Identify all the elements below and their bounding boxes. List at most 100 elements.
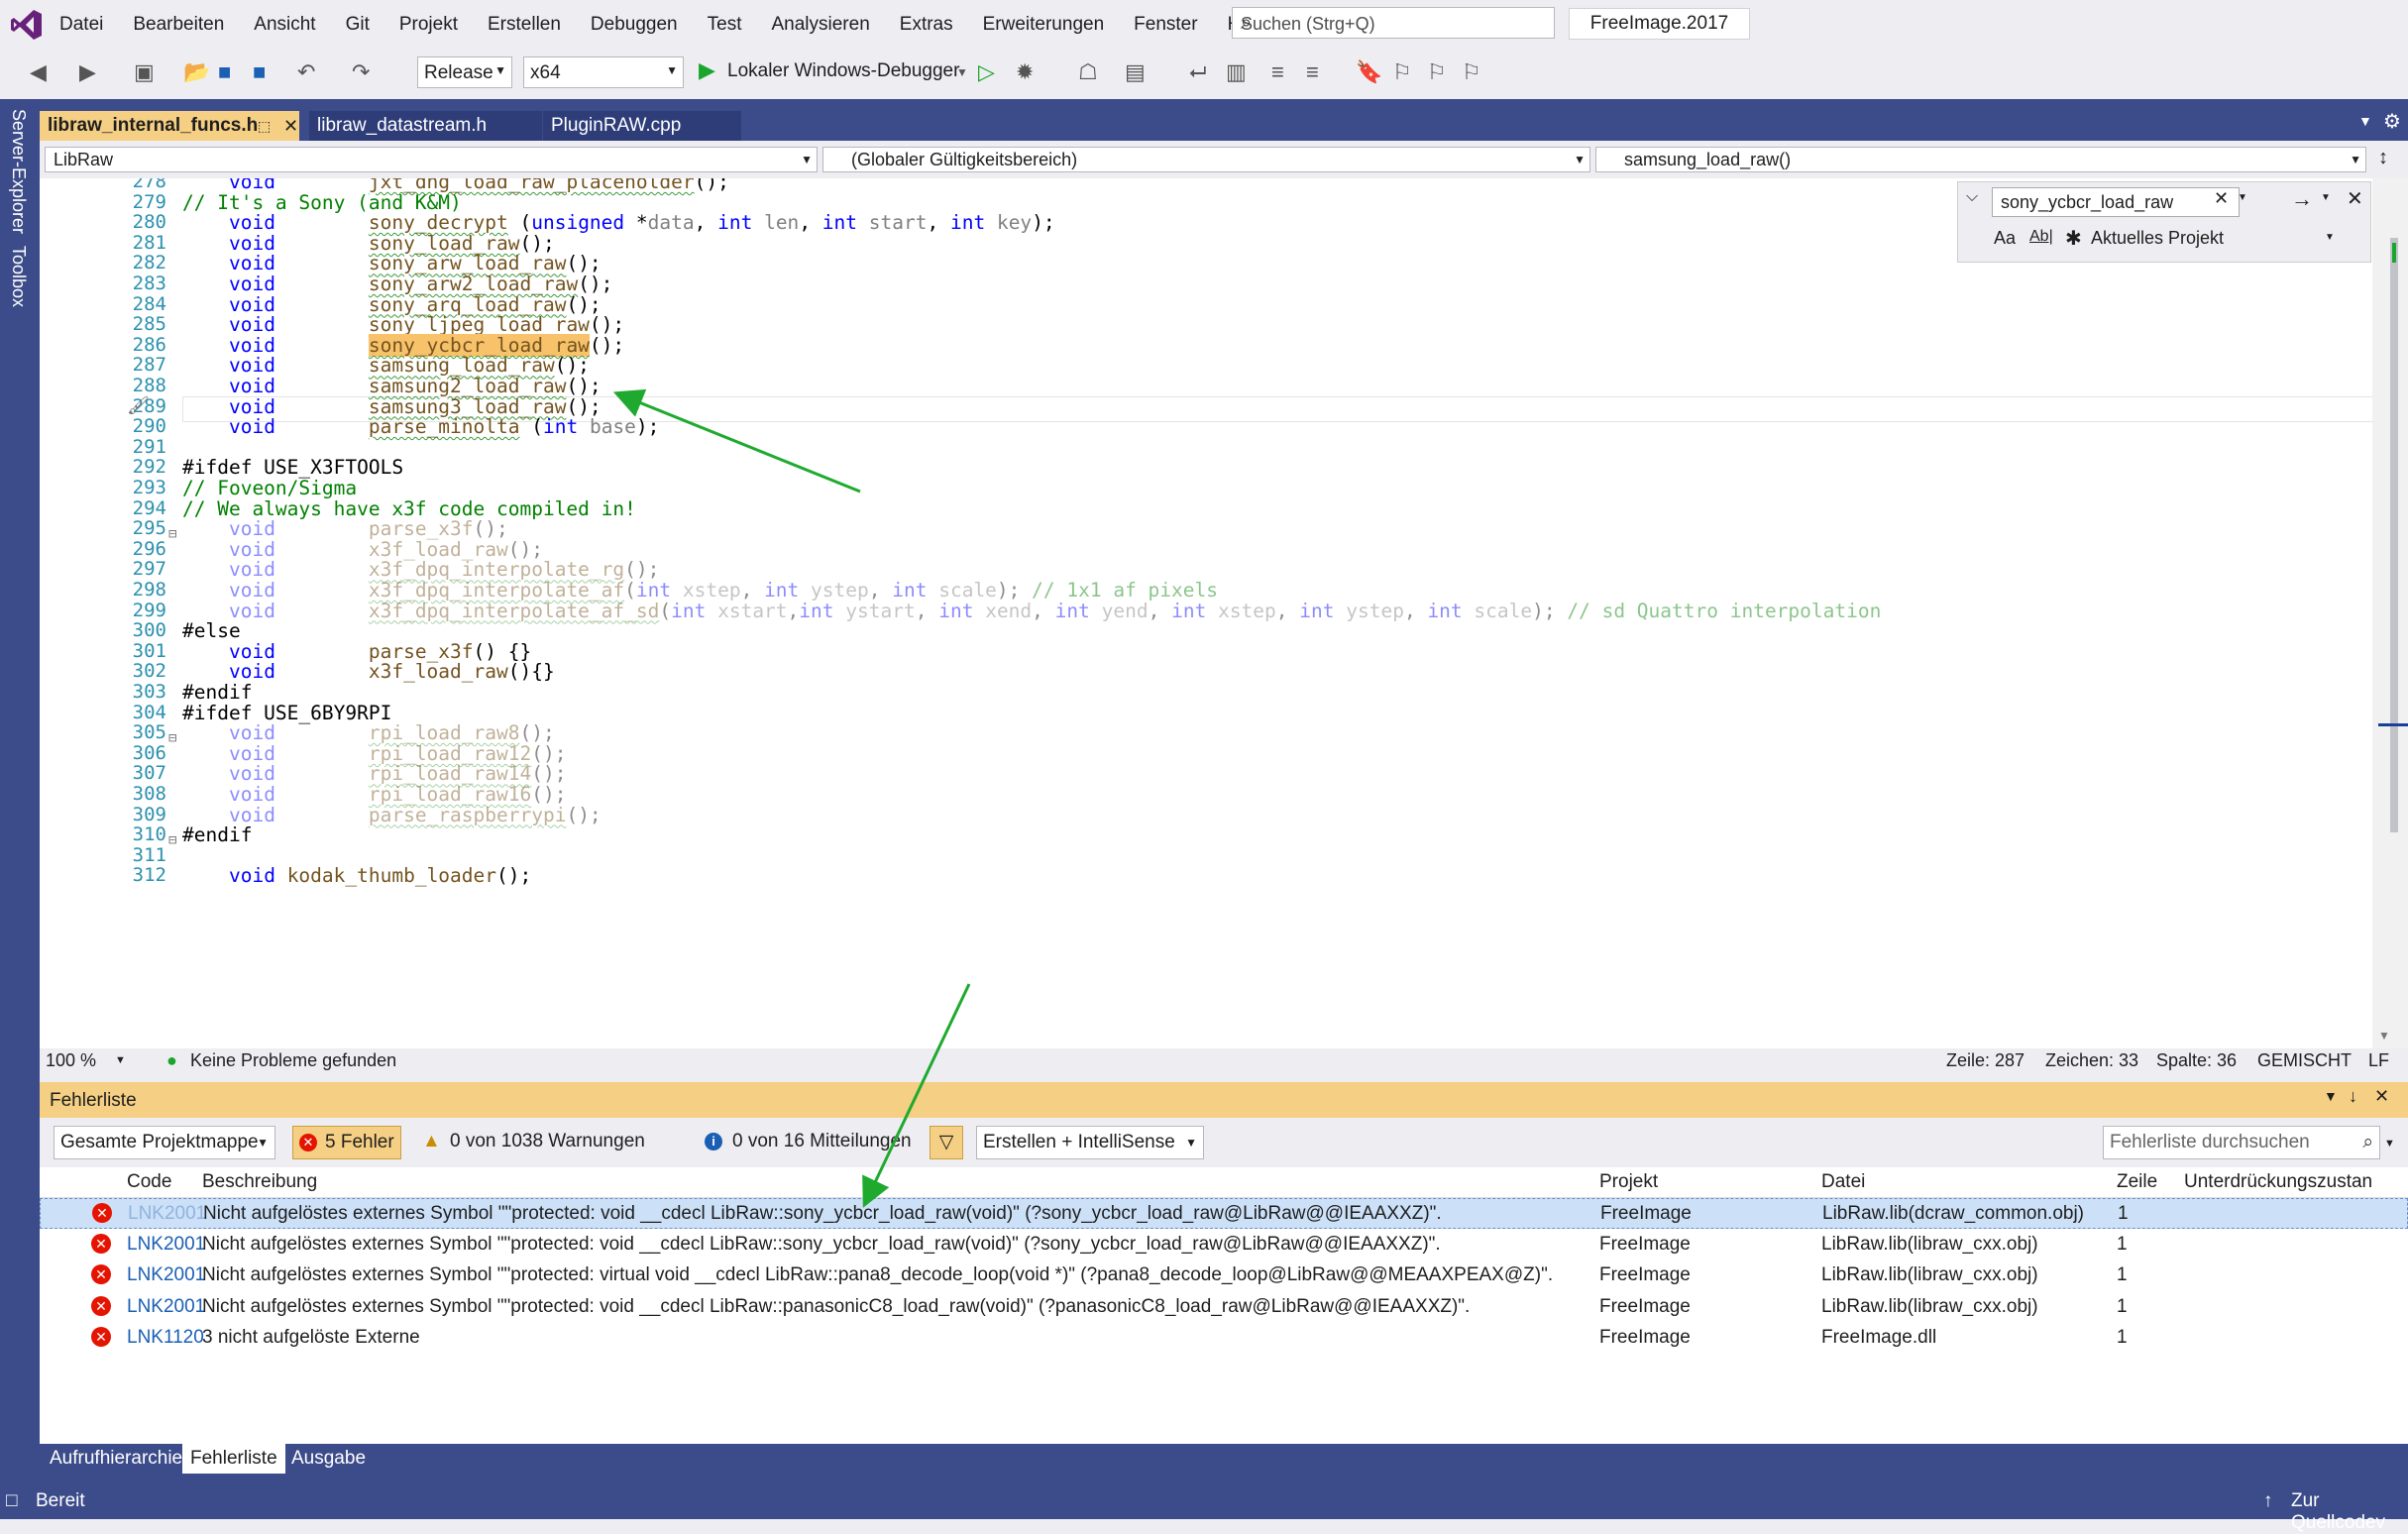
warnings-filter-button[interactable]: ▲ 0 von 1038 Warnungen bbox=[416, 1126, 684, 1159]
code-line[interactable]: void parse_minolta (int base); bbox=[182, 415, 659, 438]
build-filter-select[interactable]: Erstellen + IntelliSense ▼ bbox=[976, 1126, 1204, 1159]
code-line[interactable]: #endif bbox=[182, 681, 252, 704]
undo-icon[interactable]: ↶ bbox=[297, 59, 315, 85]
close-icon[interactable]: ✕ bbox=[2374, 1086, 2389, 1107]
code-line[interactable]: void sony_ljpeg_load_raw(); bbox=[182, 313, 624, 336]
fold-toggle-icon[interactable]: ⊟ bbox=[168, 832, 176, 848]
code-line[interactable]: #ifdef USE_6BY9RPI bbox=[182, 702, 391, 724]
comment-icon[interactable]: ≡ bbox=[1271, 59, 1284, 85]
error-row[interactable]: ✕ LNK1120 3 nicht aufgelöste Externe FreeIm… bbox=[40, 1323, 2408, 1354]
code-line[interactable]: void rpi_load_raw12(); bbox=[182, 742, 567, 765]
match-case-toggle[interactable]: Aa bbox=[1994, 228, 2016, 249]
fold-toggle-icon[interactable]: ⊟ bbox=[168, 526, 176, 542]
save-all-icon[interactable]: ■ bbox=[253, 59, 266, 85]
bookmark-next-icon[interactable]: ⚐ bbox=[1427, 59, 1447, 85]
scroll-down-icon[interactable]: ▼ bbox=[2378, 1029, 2390, 1042]
error-row[interactable]: ✕ LNK2001 Nicht aufgelöstes externes Symbo… bbox=[40, 1198, 2408, 1229]
code-line[interactable]: // It's a Sony (and K&M) bbox=[182, 191, 462, 214]
menu-item-bearbeiten[interactable]: Bearbeiten bbox=[133, 14, 224, 36]
close-icon[interactable]: ✕ bbox=[2347, 186, 2363, 211]
code-line[interactable]: void rpi_load_raw14(); bbox=[182, 762, 567, 785]
code-line[interactable]: void samsung2_load_raw(); bbox=[182, 375, 602, 397]
chevron-down-icon[interactable]: ▼ bbox=[115, 1054, 126, 1066]
column-header-suppression[interactable]: Unterdrückungszustan bbox=[2184, 1171, 2372, 1193]
error-code[interactable]: LNK2001 bbox=[127, 1234, 205, 1256]
error-code[interactable]: LNK2001 bbox=[128, 1203, 206, 1225]
tab-pluginraw[interactable]: PluginRAW.cpp bbox=[543, 111, 741, 141]
zoom-level[interactable]: 100 % bbox=[46, 1050, 96, 1071]
scope-select[interactable]: Gesamte Projektmappe ▼ bbox=[54, 1126, 275, 1159]
error-code[interactable]: LNK2001 bbox=[127, 1264, 205, 1286]
project-select[interactable]: LibRaw ▼ bbox=[45, 147, 818, 172]
code-line[interactable]: void sony_arw_load_raw(); bbox=[182, 252, 602, 274]
visual-studio-logo-icon[interactable] bbox=[10, 8, 44, 42]
code-line[interactable]: void kodak_thumb_loader(); bbox=[182, 864, 531, 887]
messages-filter-button[interactable]: i 0 von 16 Mitteilungen bbox=[699, 1126, 927, 1159]
column-header-line[interactable]: Zeile bbox=[2117, 1171, 2157, 1193]
solution-name[interactable]: FreeImage.2017 bbox=[1569, 8, 1750, 40]
bookmark-icon[interactable]: 🔖 bbox=[1356, 59, 1382, 85]
code-line[interactable]: // Foveon/Sigma bbox=[182, 477, 357, 499]
whitespace-mode[interactable]: GEMISCHT bbox=[2257, 1050, 2352, 1071]
errors-filter-button[interactable]: ✕ 5 Fehler bbox=[292, 1126, 401, 1159]
bookmark-prev-icon[interactable]: ⚐ bbox=[1392, 59, 1412, 85]
fold-toggle-icon[interactable]: ⊟ bbox=[168, 730, 176, 746]
code-line[interactable]: void x3f_dpq_interpolate_af_sd(int xstar… bbox=[182, 600, 1881, 622]
tab-libraw-datastream[interactable]: libraw_datastream.h bbox=[309, 111, 542, 141]
regex-icon[interactable]: ✱ bbox=[2065, 226, 2082, 251]
code-line[interactable]: #else bbox=[182, 619, 241, 642]
step-icon[interactable]: ⮠ bbox=[1189, 59, 1207, 85]
start-without-debug-icon[interactable]: ▷ bbox=[978, 59, 995, 85]
error-row[interactable]: ✕ LNK2001 Nicht aufgelöstes externes Symbo… bbox=[40, 1292, 2408, 1323]
find-scope[interactable]: Aktuelles Projekt bbox=[2091, 228, 2224, 249]
source-control-button[interactable]: Zur Quellcodev bbox=[2291, 1490, 2408, 1534]
open-folder-icon[interactable]: 📂 bbox=[183, 59, 210, 85]
menu-item-datei[interactable]: Datei bbox=[59, 14, 103, 36]
new-project-icon[interactable]: ▣ bbox=[134, 59, 155, 85]
configuration-select[interactable]: Release ▼ bbox=[417, 56, 512, 88]
error-code[interactable]: LNK2001 bbox=[127, 1296, 205, 1318]
clear-icon[interactable]: ✕ bbox=[2214, 188, 2229, 209]
tab-output[interactable]: Ausgabe bbox=[283, 1444, 374, 1474]
column-header-description[interactable]: Beschreibung bbox=[202, 1171, 317, 1193]
code-line[interactable]: #endif bbox=[182, 823, 252, 846]
col-indicator[interactable]: Spalte: 36 bbox=[2156, 1050, 2237, 1071]
line-indicator[interactable]: Zeile: 287 bbox=[1946, 1050, 2025, 1071]
find-next-icon[interactable]: → bbox=[2291, 186, 2313, 212]
code-line[interactable]: void parse_raspberrypi(); bbox=[182, 804, 602, 826]
tab-libraw-internal-funcs[interactable]: libraw_internal_funcs.h ⬚ ✕ bbox=[40, 111, 299, 141]
quick-actions-icon[interactable]: 🖌 bbox=[127, 395, 150, 416]
editor-scrollbar[interactable]: ▼ bbox=[2372, 178, 2408, 1048]
bookmark-clear-icon[interactable]: ⚐ bbox=[1462, 59, 1481, 85]
search-box[interactable]: Suchen (Strg+Q) ⌕ bbox=[1232, 7, 1555, 39]
code-line[interactable]: void sony_arq_load_raw(); bbox=[182, 293, 602, 316]
find-input[interactable]: sony_ycbcr_load_raw bbox=[1992, 187, 2240, 217]
redo-icon[interactable]: ↷ bbox=[352, 59, 370, 85]
hot-reload-icon[interactable]: ✹ bbox=[1016, 59, 1034, 85]
menu-item-debuggen[interactable]: Debuggen bbox=[591, 14, 678, 36]
chevron-down-icon[interactable]: ▼ bbox=[2238, 192, 2247, 203]
code-line[interactable]: #ifdef USE_X3FTOOLS bbox=[182, 456, 403, 479]
menu-item-erstellen[interactable]: Erstellen bbox=[488, 14, 561, 36]
tab-error-list[interactable]: Fehlerliste bbox=[182, 1444, 285, 1474]
menu-item-ansicht[interactable]: Ansicht bbox=[254, 14, 315, 36]
code-line[interactable]: void rpi_load_raw16(); bbox=[182, 783, 567, 806]
split-icon[interactable]: ↕ bbox=[2378, 147, 2388, 169]
menu-item-analysieren[interactable]: Analysieren bbox=[771, 14, 869, 36]
chevron-down-icon[interactable]: ▼ bbox=[2324, 1088, 2338, 1104]
code-line[interactable]: void parse_x3f(); bbox=[182, 517, 508, 540]
code-line[interactable]: void rpi_load_raw8(); bbox=[182, 721, 555, 744]
code-line[interactable]: void sony_load_raw(); bbox=[182, 232, 555, 255]
layout-icon[interactable]: ▤ bbox=[1125, 59, 1146, 85]
debugger-label[interactable]: Lokaler Windows-Debugger bbox=[727, 60, 959, 82]
code-line[interactable]: void x3f_load_raw(){} bbox=[182, 660, 555, 683]
menu-item-erweiterungen[interactable]: Erweiterungen bbox=[983, 14, 1105, 36]
start-debug-icon[interactable]: ▶ bbox=[699, 57, 715, 83]
forward-icon[interactable]: ▶ bbox=[79, 59, 96, 85]
pin-icon[interactable]: ⬚ bbox=[258, 111, 271, 141]
line-ending[interactable]: LF bbox=[2368, 1050, 2389, 1071]
code-line[interactable]: void x3f_load_raw(); bbox=[182, 538, 543, 561]
issues-status[interactable]: Keine Probleme gefunden bbox=[190, 1050, 396, 1071]
column-header-code[interactable]: Code bbox=[127, 1171, 171, 1193]
uncomment-icon[interactable]: ≡ bbox=[1306, 59, 1319, 85]
